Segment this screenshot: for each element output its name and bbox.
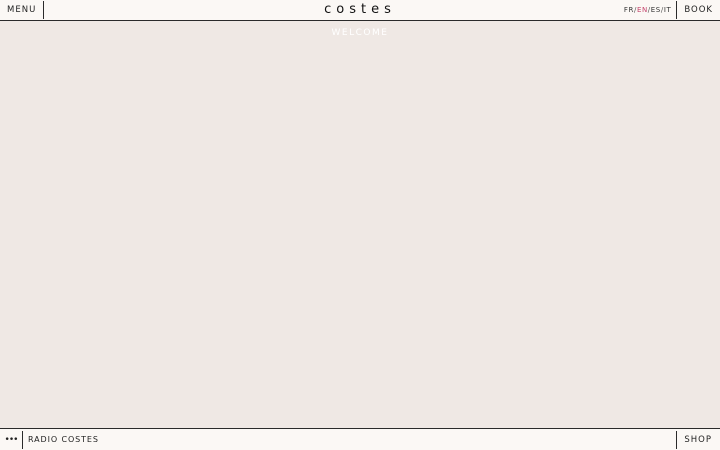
shop-group: SHOP [676, 429, 720, 450]
ellipsis-icon[interactable]: ••• [0, 429, 22, 450]
top-bar: MENU costes FR / EN / ES / IT BOOK [0, 0, 720, 21]
page: MENU costes FR / EN / ES / IT BOOK WELCO… [0, 0, 720, 450]
language-fr[interactable]: FR [624, 6, 634, 14]
menu-button[interactable]: MENU [0, 0, 43, 21]
book-button[interactable]: BOOK [677, 0, 720, 21]
language-en[interactable]: EN [637, 6, 648, 14]
costes-logo[interactable]: costes [324, 1, 396, 19]
radio-costes-link[interactable]: RADIO COSTES [23, 435, 99, 444]
bottom-bar: ••• RADIO COSTES SHOP [0, 428, 720, 450]
shop-button[interactable]: SHOP [677, 435, 720, 445]
welcome-text: WELCOME [331, 28, 389, 38]
language-switcher: FR / EN / ES / IT [624, 6, 676, 14]
language-es[interactable]: ES [651, 6, 661, 14]
language-it[interactable]: IT [664, 6, 672, 14]
header-right-group: FR / EN / ES / IT BOOK [624, 0, 720, 21]
menu-divider [43, 1, 45, 19]
